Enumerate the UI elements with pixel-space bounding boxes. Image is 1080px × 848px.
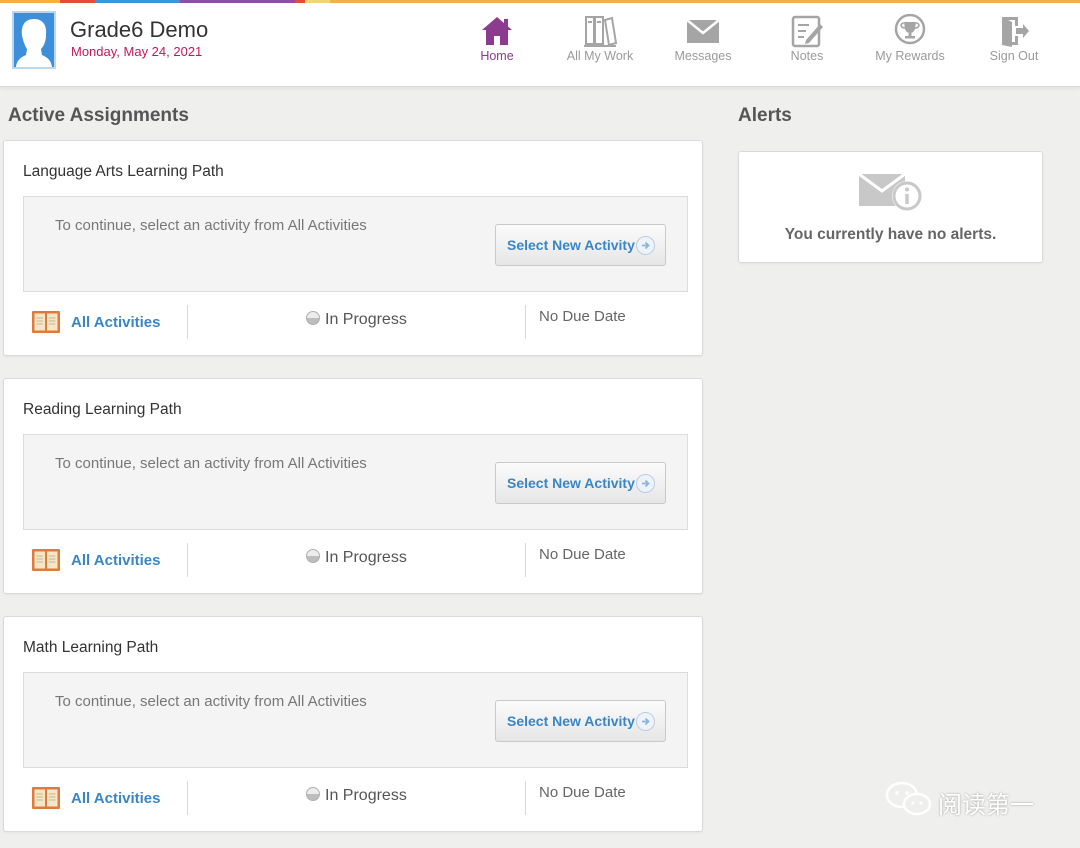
assignment-message-box: To continue, select an activity from All… [23,672,688,768]
assignment-title: Reading Learning Path [23,401,182,418]
in-progress-status-icon [306,549,320,563]
user-avatar-icon [12,11,56,69]
alerts-heading: Alerts [738,105,792,126]
wechat-icon [885,781,932,816]
select-new-activity-label: Select New Activity [507,713,635,729]
assignment-title: Math Learning Path [23,639,159,656]
status-label: In Progress [325,311,407,328]
in-progress-status-icon [306,787,320,801]
nav-home-label: Home [480,49,514,63]
footer-divider [187,305,188,339]
arrow-circle-icon [636,474,655,493]
arrow-circle-icon [636,712,655,731]
footer-divider [187,781,188,815]
alerts-panel: You currently have no alerts. [738,151,1043,263]
nav-messages-label: Messages [674,49,732,63]
home-icon [482,17,512,45]
assignment-footer: All Activities In Progress No Due Date [4,541,704,581]
assignment-message-box: To continue, select an activity from All… [23,434,688,530]
user-name: Grade6 Demo [70,17,209,42]
open-book-icon [32,787,60,809]
open-book-icon [32,311,60,333]
nav-all-my-work[interactable]: All My Work [555,14,645,63]
watermark-text: 阅读第一 [938,792,1034,819]
due-date-label: No Due Date [539,308,626,325]
arrow-circle-icon [636,236,655,255]
footer-divider [525,781,526,815]
envelope-icon [686,19,720,43]
select-new-activity-label: Select New Activity [507,237,635,253]
assignment-footer: All Activities In Progress No Due Date [4,779,704,819]
assignment-footer: All Activities In Progress No Due Date [4,303,704,343]
assignment-message: To continue, select an activity from All… [55,693,367,710]
exit-door-icon [1002,17,1029,47]
select-new-activity-button[interactable]: Select New Activity [495,462,666,504]
nav-sign-out[interactable]: Sign Out [969,14,1059,63]
assignment-message-box: To continue, select an activity from All… [23,196,688,292]
all-activities-link[interactable]: All Activities [71,552,160,569]
nav-home[interactable]: Home [452,14,542,63]
nav-messages[interactable]: Messages [658,14,748,63]
nav-my-rewards-label: My Rewards [875,49,945,63]
footer-divider [525,305,526,339]
status-label: In Progress [325,787,407,804]
all-activities-link[interactable]: All Activities [71,790,160,807]
assignment-message: To continue, select an activity from All… [55,455,367,472]
no-alerts-message: You currently have no alerts. [784,226,997,243]
notepad-pencil-icon [791,15,823,48]
select-new-activity-button[interactable]: Select New Activity [495,224,666,266]
assignment-card: Language Arts Learning Path To continue,… [3,140,703,356]
in-progress-status-icon [306,311,320,325]
binders-icon [584,16,618,47]
footer-divider [187,543,188,577]
nav-sign-out-label: Sign Out [989,49,1039,63]
due-date-label: No Due Date [539,784,626,801]
current-date: Monday, May 24, 2021 [71,44,203,59]
trophy-icon [894,14,926,45]
select-new-activity-label: Select New Activity [507,475,635,491]
open-book-icon [32,549,60,571]
assignment-card: Reading Learning Path To continue, selec… [3,378,703,594]
footer-divider [525,543,526,577]
select-new-activity-button[interactable]: Select New Activity [495,700,666,742]
assignment-message: To continue, select an activity from All… [55,217,367,234]
nav-my-rewards[interactable]: My Rewards [865,14,955,63]
status-label: In Progress [325,549,407,566]
assignment-card: Math Learning Path To continue, select a… [3,616,703,832]
nav-all-my-work-label: All My Work [566,49,634,63]
active-assignments-heading: Active Assignments [8,105,189,126]
mail-info-icon [858,172,922,211]
nav-notes[interactable]: Notes [762,14,852,63]
assignment-title: Language Arts Learning Path [23,163,224,180]
top-header: Grade6 Demo Monday, May 24, 2021 Home Al… [0,3,1080,87]
nav-notes-label: Notes [790,49,824,63]
due-date-label: No Due Date [539,546,626,563]
all-activities-link[interactable]: All Activities [71,314,160,331]
